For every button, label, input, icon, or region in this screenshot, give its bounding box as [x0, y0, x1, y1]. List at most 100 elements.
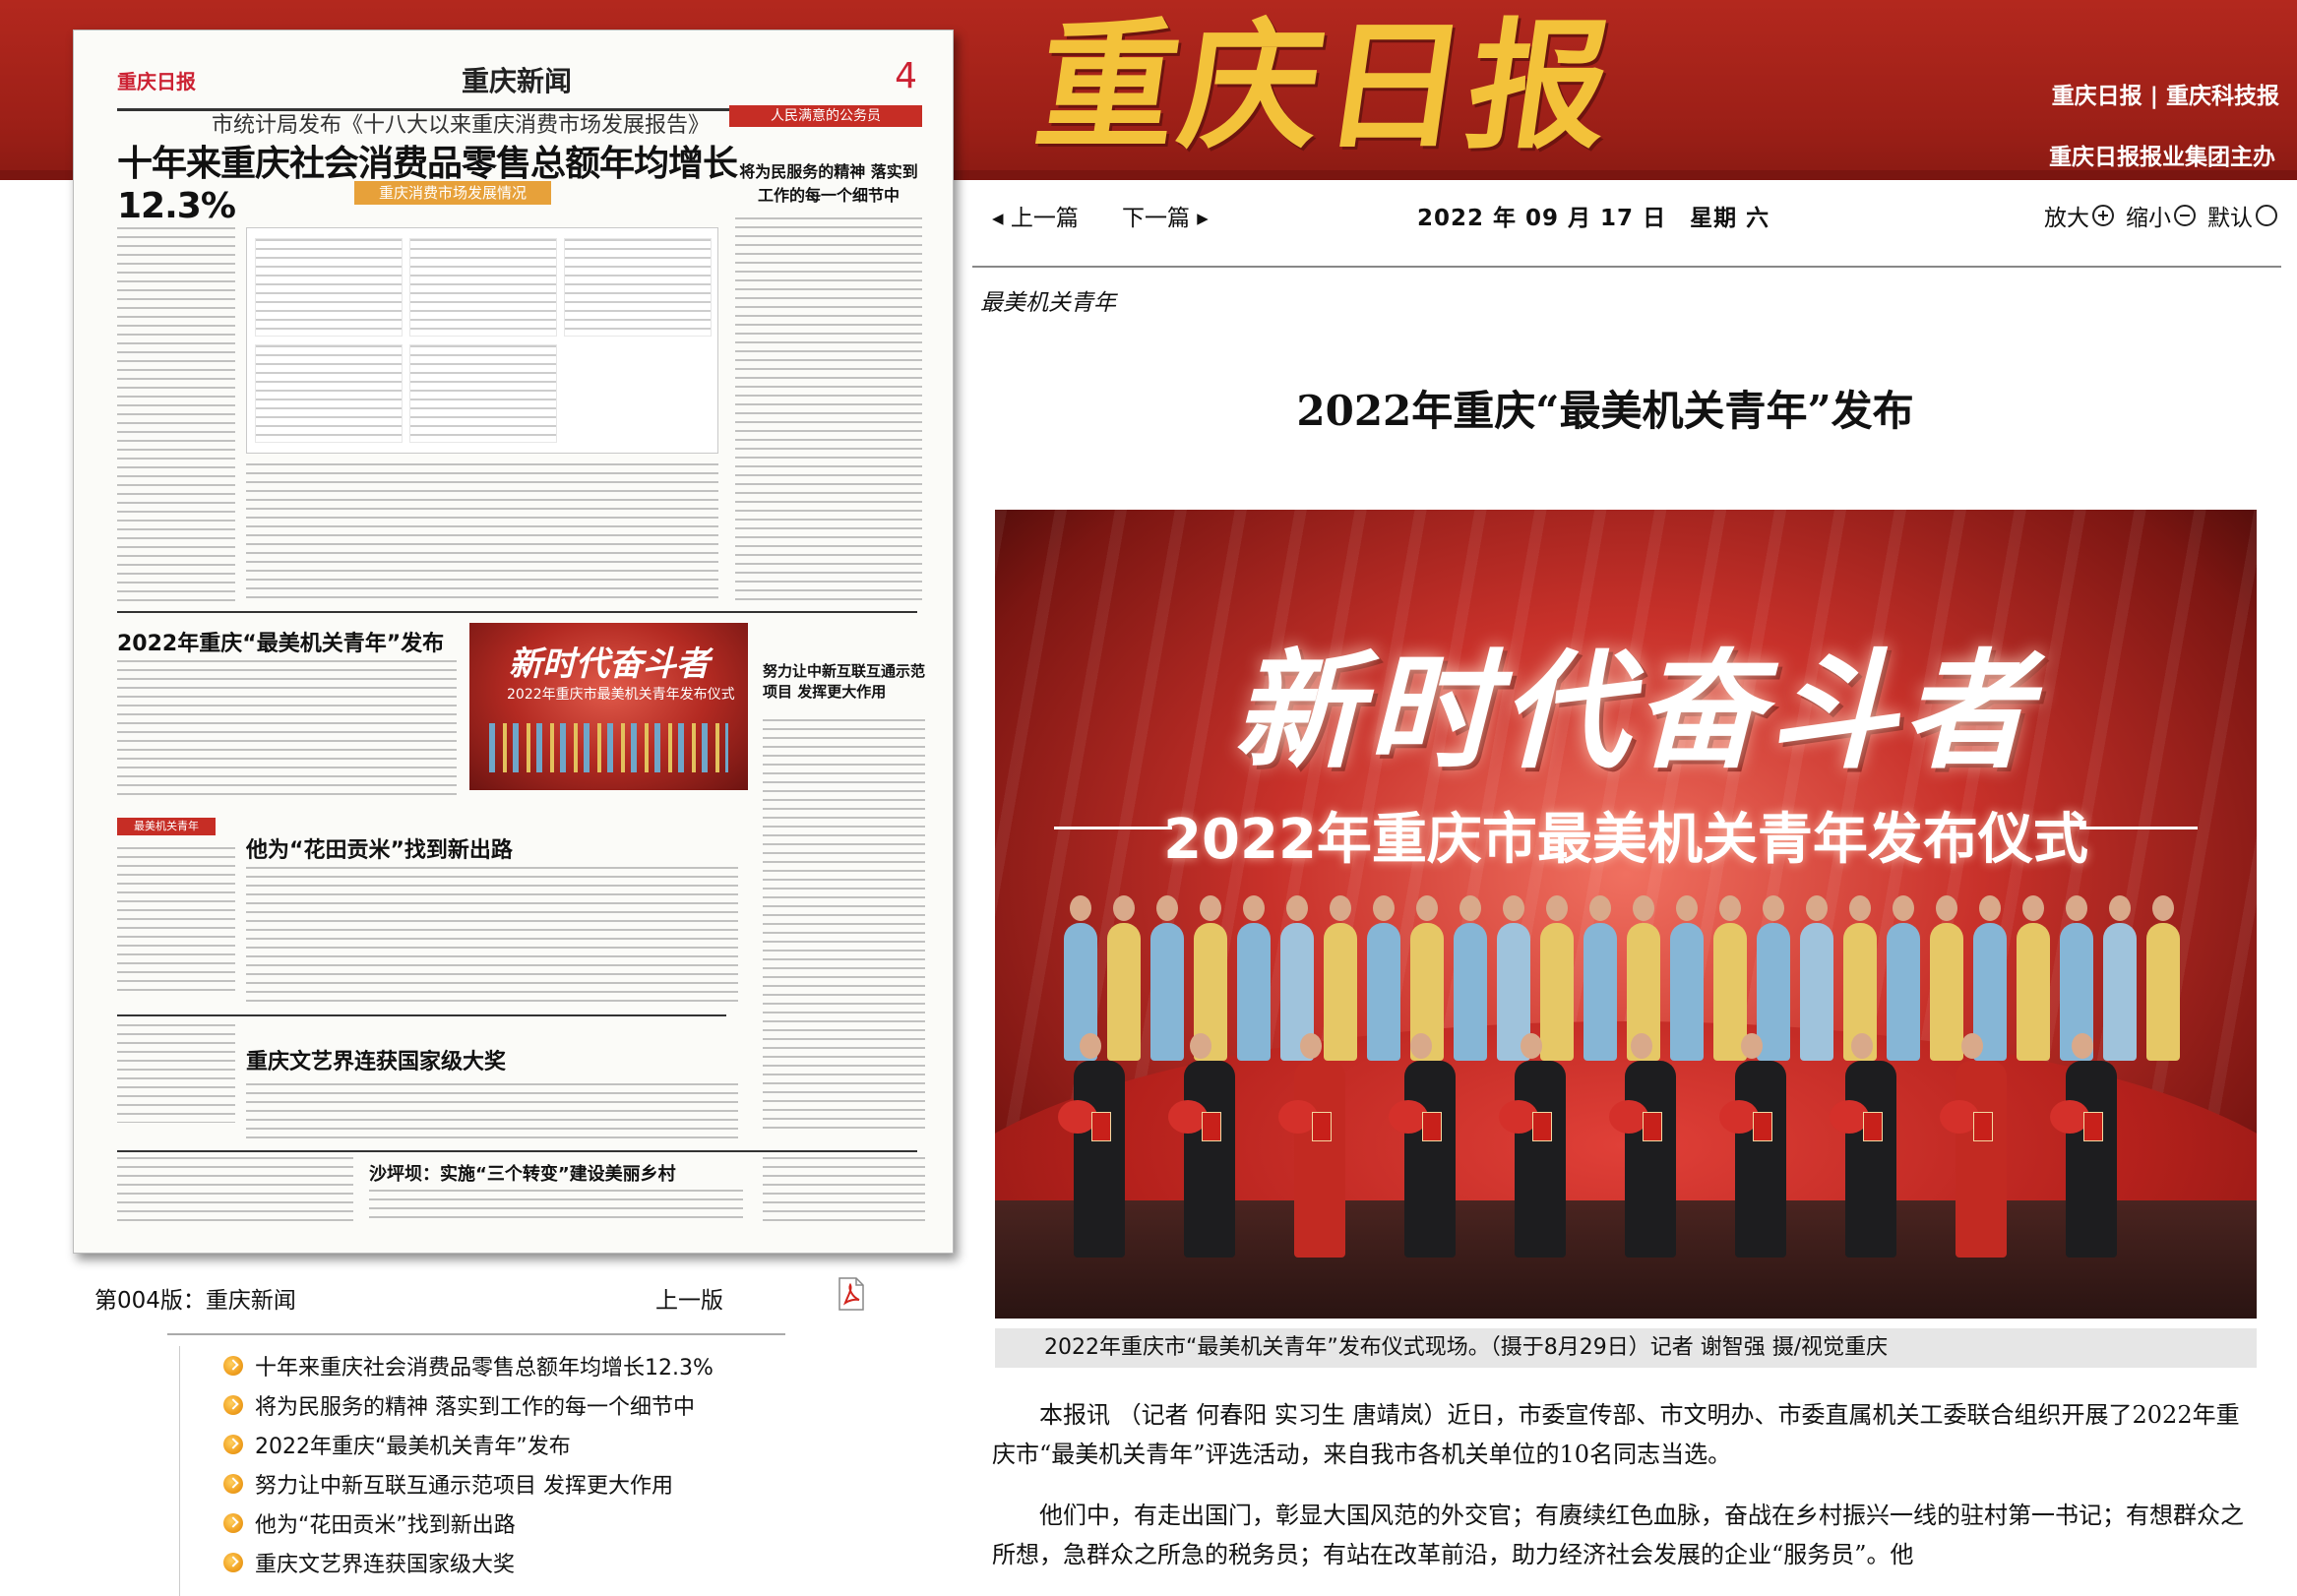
paper-mid-headline[interactable]: 努力让中新互联互通示范项目 发挥更大作用	[763, 660, 930, 702]
stage-person	[1800, 895, 1833, 1061]
certificate	[2083, 1112, 2103, 1141]
paper-text-col	[246, 1083, 738, 1142]
certificate	[1312, 1112, 1332, 1141]
paper-village-headline[interactable]: 沙坪坝：实施“三个转变”建设美丽乡村	[369, 1160, 676, 1186]
pdf-icon[interactable]	[837, 1277, 866, 1311]
honoree-person	[1515, 1033, 1566, 1258]
paper-text-col	[117, 1024, 235, 1123]
paper-rule	[117, 1150, 917, 1152]
stage-person	[2017, 895, 2050, 1061]
article-paragraph: 本报讯 （记者 何春阳 实习生 唐靖岚）近日，市委宣传部、市文明办、市委直属机关…	[992, 1401, 2240, 1468]
arrow-bullet-icon	[223, 1474, 243, 1494]
stage-person	[1237, 895, 1271, 1061]
zoom-controls: 放大 缩小 默认	[2044, 199, 2277, 232]
stage-person	[1887, 895, 1920, 1061]
list-item[interactable]: 2022年重庆“最美机关青年”发布	[180, 1425, 785, 1464]
stage-person	[1454, 895, 1487, 1061]
zoom-out-icon	[2174, 205, 2196, 226]
issue-date: 2022 年 09 月 17 日 星期 六	[1417, 206, 1770, 231]
stage-person	[1150, 895, 1184, 1061]
paper-photo-people	[489, 723, 728, 772]
article-title: 2022年重庆“最美机关青年”发布	[1296, 387, 1914, 435]
paper-text-col	[763, 719, 925, 1133]
zoom-out-button[interactable]: 缩小	[2126, 199, 2196, 232]
honoree-person	[1294, 1033, 1345, 1258]
certificate	[1753, 1112, 1772, 1141]
list-item[interactable]: 他为“花田贡米”找到新出路	[180, 1504, 785, 1543]
prev-edition-link[interactable]: 上一版	[655, 1281, 723, 1315]
paper-rule	[117, 1014, 726, 1016]
list-divider	[167, 1333, 785, 1335]
paper-text-col	[117, 1157, 353, 1226]
honoree-person	[1074, 1033, 1125, 1258]
honoree-person	[1184, 1033, 1235, 1258]
paper-text-col	[117, 227, 235, 601]
article-nav-bar: ◂ 上一篇 下一篇 ▸ 2022 年 09 月 17 日 星期 六 放大 缩小 …	[974, 185, 2283, 244]
stage-person	[1540, 895, 1574, 1061]
paper-side-headline[interactable]: 将为民服务的精神 落实到工作的每一个细节中	[735, 158, 922, 206]
next-article-button[interactable]: 下一篇 ▸	[1122, 199, 1209, 232]
arrow-bullet-icon	[223, 1395, 243, 1415]
arrow-bullet-icon	[223, 1553, 243, 1572]
zoom-default-button[interactable]: 默认	[2207, 199, 2277, 232]
paper-masthead: 重庆日报 重庆新闻 4	[117, 52, 917, 111]
certificate	[1202, 1112, 1221, 1141]
arrow-bullet-icon	[223, 1356, 243, 1376]
certificate	[1422, 1112, 1442, 1141]
paper-text-col	[763, 1157, 925, 1226]
paper-photo-title: 新时代奋斗者	[509, 645, 710, 684]
paper-page-number: 4	[895, 56, 917, 96]
photo-stage-title: 新时代奋斗者	[1232, 637, 2036, 786]
paper-photo: 新时代奋斗者 2022年重庆市最美机关青年发布仪式	[469, 623, 748, 790]
photo-caption: 2022年重庆市“最美机关青年”发布仪式现场。（摄于8月29日）记者 谢智强 摄…	[995, 1328, 2257, 1368]
nav-divider	[972, 266, 2281, 268]
zoom-in-button[interactable]: 放大	[2044, 199, 2114, 232]
caret-right-icon: ▸	[1190, 206, 1209, 231]
photo-stage-subtitle: 2022年重庆市最美机关青年发布仪式	[1054, 795, 2198, 875]
edition-label: 第004版：重庆新闻	[94, 1288, 296, 1314]
list-item[interactable]: 将为民服务的精神 落实到工作的每一个细节中	[180, 1385, 785, 1425]
article-paragraph: 他们中，有走出国门，彰显大国风范的外交官；有赓续红色血脉，奋战在乡村振兴一线的驻…	[992, 1502, 2244, 1568]
stage-person	[2103, 895, 2137, 1061]
stage-person	[2146, 895, 2180, 1061]
paper-text-col	[117, 847, 235, 995]
stage-person	[1107, 895, 1141, 1061]
paper-rule	[117, 611, 917, 613]
paper-youth-headline[interactable]: 2022年重庆“最美机关青年”发布	[117, 626, 444, 657]
paper-side-tag: 人民满意的公务员	[729, 105, 922, 127]
honoree-person	[1625, 1033, 1676, 1258]
list-item[interactable]: 努力让中新互联互通示范项目 发挥更大作用	[180, 1464, 785, 1504]
newspaper-page-thumbnail[interactable]: 重庆日报 重庆新闻 4 市统计局发布《十八大以来重庆消费市场发展报告》 十年来重…	[73, 30, 954, 1254]
column-name: 最美机关青年	[980, 290, 1116, 316]
certificate	[1532, 1112, 1552, 1141]
paper-info-tag: 重庆消费市场发展情况	[354, 181, 551, 205]
header-links[interactable]: 重庆日报 | 重庆科技报	[2052, 77, 2279, 110]
stage-person	[1324, 895, 1357, 1061]
certificate	[1863, 1112, 1883, 1141]
paper-text-col	[117, 660, 457, 798]
paper-rice-headline[interactable]: 他为“花田贡米”找到新出路	[246, 832, 513, 864]
list-item[interactable]: 十年来重庆社会消费品零售总额年均增长12.3%	[180, 1346, 785, 1385]
prev-article-button[interactable]: ◂ 上一篇	[992, 199, 1079, 232]
list-item[interactable]: 重庆文艺界连获国家级大奖	[180, 1543, 785, 1582]
paper-text-col	[246, 463, 718, 601]
site-logo[interactable]: 重庆日报	[1026, 5, 1624, 168]
stage-person	[1670, 895, 1704, 1061]
honoree-person	[2066, 1033, 2117, 1258]
honoree-person	[1404, 1033, 1456, 1258]
paper-text-col	[735, 217, 922, 601]
arrow-bullet-icon	[223, 1513, 243, 1533]
certificate	[1091, 1112, 1111, 1141]
stage-person	[1930, 895, 1963, 1061]
paper-column-tag: 最美机关青年	[117, 818, 216, 835]
header-host-text: 重庆日报报业集团主办	[2049, 145, 2275, 170]
honoree-person	[1956, 1033, 2007, 1258]
paper-section-title: 重庆新闻	[462, 65, 573, 97]
paper-text-col	[246, 867, 738, 1005]
honoree-person	[1845, 1033, 1896, 1258]
paper-art-headline[interactable]: 重庆文艺界连获国家级大奖	[246, 1044, 506, 1075]
certificate	[1973, 1112, 1993, 1141]
arrow-bullet-icon	[223, 1435, 243, 1454]
radio-circle-icon	[2256, 205, 2277, 226]
article-body: 本报讯 （记者 何春阳 实习生 唐靖岚）近日，市委宣传部、市文明办、市委直属机关…	[992, 1395, 2262, 1596]
